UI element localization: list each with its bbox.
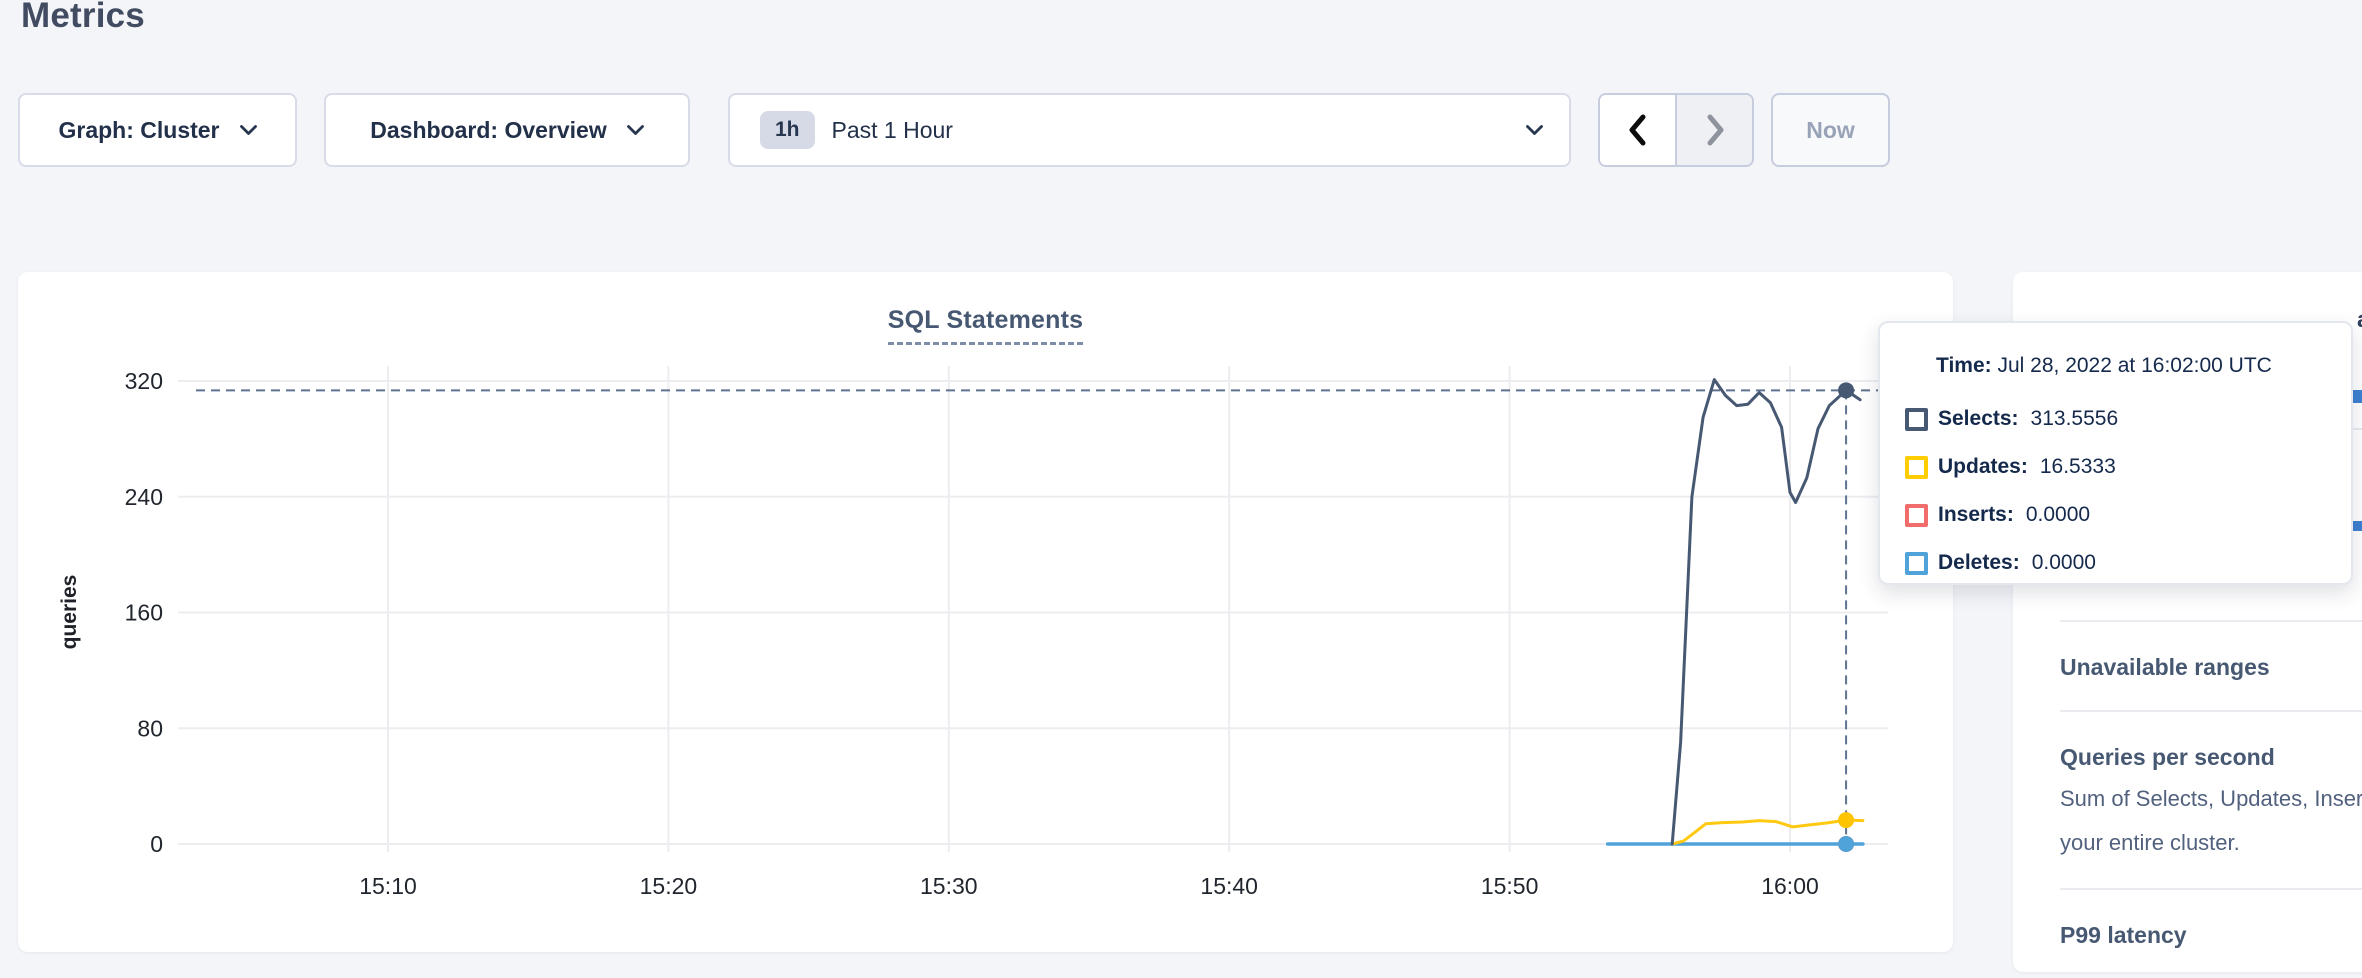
chart-title[interactable]: SQL Statements — [888, 306, 1083, 345]
tooltip-series-label: Inserts: — [1938, 503, 2014, 527]
tooltip-time-label: Time: — [1936, 354, 1992, 377]
hover-dot-deletes — [1838, 836, 1854, 852]
tooltip-time-row: Time: Jul 28, 2022 at 16:02:00 UTC — [1936, 349, 2351, 383]
y-tick-label: 0 — [150, 831, 163, 857]
chart-tooltip: Time: Jul 28, 2022 at 16:02:00 UTC Selec… — [1878, 321, 2353, 585]
tooltip-series-value: 313.5556 — [2031, 407, 2119, 431]
x-tick-label: 15:50 — [1481, 873, 1539, 899]
tooltip-series-label: Deletes: — [1938, 551, 2020, 575]
tooltip-series-value: 0.0000 — [2026, 503, 2090, 527]
tooltip-series-label: Selects: — [1938, 407, 2019, 431]
x-tick-label: 16:00 — [1761, 873, 1819, 899]
x-tick-label: 15:30 — [920, 873, 978, 899]
tooltip-time-value: Jul 28, 2022 at 16:02:00 UTC — [1997, 354, 2271, 377]
tooltip-row: Updates: 16.5333 — [1905, 443, 2351, 491]
y-tick-label: 320 — [125, 368, 163, 394]
series-swatch-icon — [1905, 504, 1928, 527]
series-swatch-icon — [1905, 408, 1928, 431]
x-tick-label: 15:20 — [640, 873, 698, 899]
tooltip-series-value: 0.0000 — [2032, 551, 2096, 575]
hover-dot-updates — [1838, 812, 1854, 828]
tooltip-series-label: Updates: — [1938, 455, 2028, 479]
y-axis-label: queries — [58, 575, 81, 650]
tooltip-rows: Selects: 313.5556Updates: 16.5333 Inserts: 0… — [1905, 395, 2351, 587]
series-swatch-icon — [1905, 552, 1928, 575]
series-swatch-icon — [1905, 456, 1928, 479]
hover-dot-selects — [1838, 382, 1854, 398]
tooltip-row: Deletes: 0.0000 — [1905, 539, 2351, 587]
tooltip-series-value: 16.5333 — [2040, 455, 2116, 479]
series-line-updates — [1672, 820, 1863, 844]
x-tick-label: 15:40 — [1200, 873, 1258, 899]
y-tick-label: 240 — [125, 484, 163, 510]
tooltip-row: Selects: 313.5556 — [1905, 395, 2351, 443]
chart-title-wrap: SQL Statements — [18, 306, 1953, 345]
y-tick-label: 160 — [125, 600, 163, 626]
y-tick-label: 80 — [137, 715, 163, 741]
tooltip-row: Inserts: 0.0000 — [1905, 491, 2351, 539]
x-tick-label: 15:10 — [359, 873, 417, 899]
